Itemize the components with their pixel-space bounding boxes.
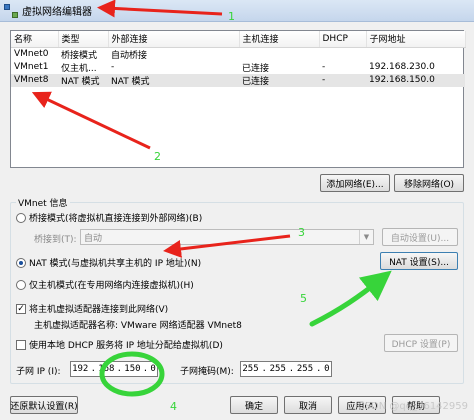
network-list[interactable]: 名称 类型 外部连接 主机连接 DHCP 子网地址 VMnet0 桥接模式 自动…	[10, 30, 466, 168]
mask-octet: 255	[296, 364, 314, 374]
use-dhcp-option[interactable]: 使用本地 DHCP 服务将 IP 地址分配给虚拟机(D)	[16, 338, 223, 351]
nat-settings-button[interactable]: NAT 设置(S)...	[380, 252, 458, 270]
nat-radio[interactable]	[16, 257, 26, 268]
cell-host: 已连接	[239, 73, 319, 87]
cell-dhcp: -	[319, 73, 366, 87]
add-network-button[interactable]: 添加网络(E)...	[320, 174, 390, 192]
cell-host: 已连接	[242, 63, 270, 74]
column-header-dhcp[interactable]: DHCP	[319, 31, 367, 48]
cancel-button[interactable]: 取消	[284, 396, 332, 414]
table-row-selected[interactable]: VMnet8 NAT 模式 NAT 模式 已连接 - 192.168.150.0	[11, 73, 465, 87]
host-only-radio[interactable]	[16, 279, 26, 290]
remove-network-button[interactable]: 移除网络(O)	[394, 174, 464, 192]
connect-adapter-option[interactable]: ✓ 将主机虚拟适配器连接到此网络(V)	[16, 302, 168, 315]
mask-octet: 0	[324, 364, 330, 374]
subnet-ip-input[interactable]: 192. 168. 150. 0	[70, 361, 158, 377]
connect-adapter-label: 将主机虚拟适配器连接到此网络(V)	[29, 305, 169, 315]
ip-octet: 192	[72, 364, 89, 374]
column-header-host[interactable]: 主机连接	[239, 31, 320, 48]
cell-type: 仅主机...	[61, 63, 97, 74]
cell-subnet: 192.168.150.0	[366, 73, 465, 87]
bridged-radio[interactable]	[16, 212, 26, 223]
cell-external: NAT 模式	[108, 73, 239, 87]
cell-subnet	[366, 47, 465, 61]
title-bar: 虚拟网络编辑器	[0, 0, 474, 22]
ip-octet: 150	[124, 364, 141, 374]
nat-label: NAT 模式(与虚拟机共享主机的 IP 地址)(N)	[29, 259, 202, 269]
host-only-label: 仅主机模式(在专用网络内连接虚拟机)(H)	[29, 281, 194, 291]
network-editor-icon	[4, 3, 18, 18]
auto-settings-button[interactable]: 自动设置(U)...	[382, 228, 458, 246]
bridged-to-value: 自动	[84, 233, 103, 244]
use-dhcp-checkbox[interactable]	[16, 339, 26, 350]
cell-external: -	[111, 62, 115, 72]
column-header-type[interactable]: 类型	[58, 31, 109, 48]
column-header-name[interactable]: 名称	[11, 31, 59, 48]
window-title: 虚拟网络编辑器	[22, 7, 92, 18]
annotation-label-1: 1	[228, 10, 235, 23]
cell-dhcp: -	[322, 62, 326, 72]
ok-button[interactable]: 确定	[230, 396, 278, 414]
connect-adapter-checkbox[interactable]: ✓	[16, 303, 26, 314]
vmnet-info-title: VMnet 信息	[16, 196, 70, 209]
dhcp-settings-button[interactable]: DHCP 设置(P)	[384, 334, 458, 352]
annotation-label-3: 3	[298, 226, 305, 239]
subnet-ip-label: 子网 IP (I):	[16, 367, 61, 377]
watermark-text: CSDN @qq_36142959	[357, 401, 468, 412]
cell-name: VMnet8	[11, 73, 58, 87]
cell-type: NAT 模式	[58, 73, 108, 87]
bridged-to-label: 桥接到(T):	[34, 235, 77, 245]
nat-mode-option[interactable]: NAT 模式(与虚拟机共享主机的 IP 地址)(N)	[16, 256, 201, 269]
adapter-name-label: 主机虚拟适配器名称: VMware 网络适配器 VMnet8	[34, 321, 242, 331]
cell-name: VMnet0	[14, 49, 49, 59]
column-header-subnet[interactable]: 子网地址	[366, 31, 466, 48]
mask-octet: 255	[242, 364, 259, 374]
subnet-mask-input[interactable]: 255. 255. 255. 0	[240, 361, 332, 377]
cell-type: 桥接模式	[61, 50, 98, 61]
chevron-down-icon: ▼	[359, 230, 373, 244]
use-dhcp-label: 使用本地 DHCP 服务将 IP 地址分配给虚拟机(D)	[29, 341, 223, 351]
bridged-mode-option[interactable]: 桥接模式(将虚拟机直接连接到外部网络)(B)	[16, 211, 202, 224]
table-row[interactable]: VMnet0 桥接模式 自动桥接	[11, 47, 465, 61]
ip-octet: 168	[98, 364, 115, 374]
host-only-option[interactable]: 仅主机模式(在专用网络内连接虚拟机)(H)	[16, 278, 194, 291]
restore-defaults-button[interactable]: 还原默认设置(R)	[10, 396, 78, 414]
bridged-label: 桥接模式(将虚拟机直接连接到外部网络)(B)	[29, 214, 203, 224]
cell-host	[239, 47, 319, 61]
table-row[interactable]: VMnet1 仅主机... - 已连接 - 192.168.230.0	[11, 61, 465, 74]
bridged-to-select[interactable]: 自动 ▼	[80, 229, 374, 245]
annotation-label-5: 5	[300, 292, 307, 305]
annotation-label-4: 4	[170, 400, 177, 413]
ip-octet: 0	[150, 364, 156, 374]
table-header: 名称 类型 外部连接 主机连接 DHCP 子网地址	[11, 31, 466, 48]
subnet-mask-label: 子网掩码(M):	[180, 367, 234, 377]
cell-name: VMnet1	[14, 62, 49, 72]
cell-subnet: 192.168.230.0	[369, 62, 435, 72]
mask-octet: 255	[269, 364, 286, 374]
column-header-external[interactable]: 外部连接	[108, 31, 240, 48]
cell-external: 自动桥接	[111, 50, 148, 61]
cell-dhcp	[319, 47, 366, 61]
annotation-label-2: 2	[154, 150, 161, 163]
